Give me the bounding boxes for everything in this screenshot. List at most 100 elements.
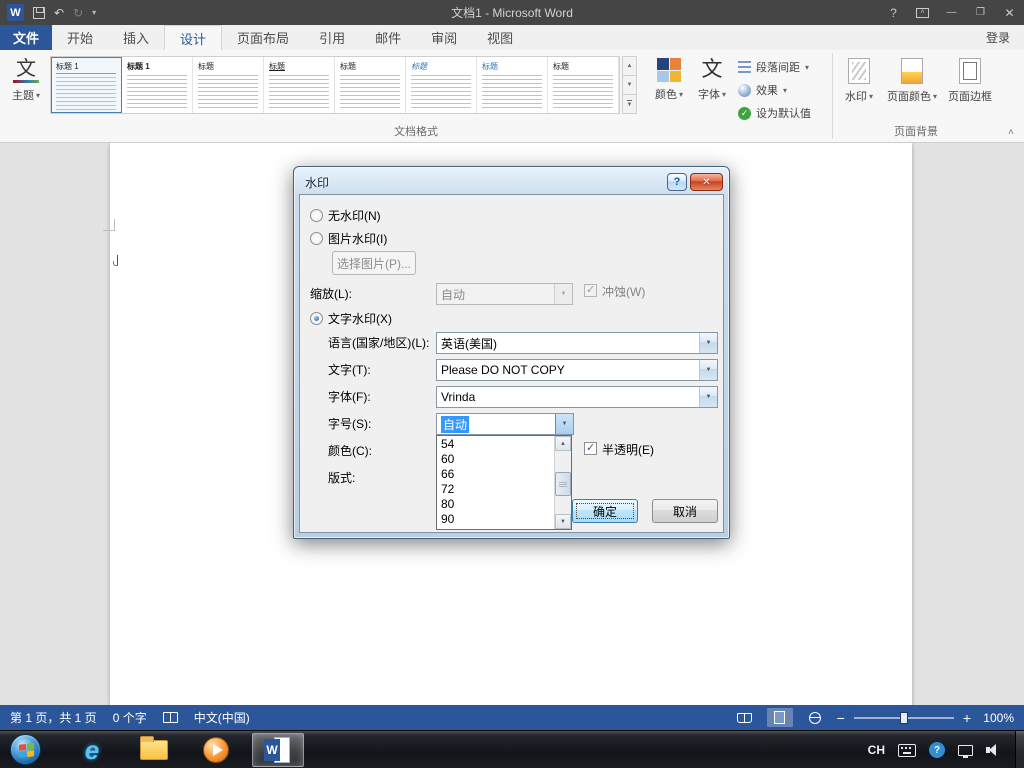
gallery-more-icon[interactable]	[622, 95, 637, 114]
minimize-icon[interactable]	[937, 0, 966, 25]
chevron-down-icon[interactable]	[699, 387, 717, 407]
chevron-down-icon[interactable]	[699, 333, 717, 353]
page-indicator[interactable]: 第 1 页，共 1 页	[10, 709, 97, 726]
customize-quick-access-icon[interactable]	[92, 9, 96, 17]
tab-review[interactable]: 审阅	[416, 25, 472, 50]
input-language-indicator[interactable]: CH	[868, 743, 885, 757]
page-borders-button[interactable]: 页面边框	[942, 58, 998, 104]
size-option[interactable]: 60	[437, 452, 554, 467]
style-set-thumbnail[interactable]: 标题	[335, 57, 406, 113]
keyboard-layout-icon[interactable]	[898, 743, 916, 757]
taskbar-file-explorer[interactable]	[128, 733, 180, 767]
no-watermark-radio[interactable]	[310, 209, 323, 222]
tab-page-layout[interactable]: 页面布局	[222, 25, 304, 50]
style-set-thumbnail[interactable]: 标题	[264, 57, 335, 113]
zoom-slider-thumb[interactable]	[899, 711, 908, 724]
effects-button[interactable]: 效果	[738, 81, 834, 99]
size-option[interactable]: 66	[437, 467, 554, 482]
zoom-out-icon[interactable]: −	[837, 711, 845, 725]
tab-references[interactable]: 引用	[304, 25, 360, 50]
no-watermark-label[interactable]: 无水印(N)	[328, 209, 381, 223]
dropdown-scrollbar[interactable]	[554, 436, 571, 529]
size-option[interactable]: 72	[437, 482, 554, 497]
chevron-down-icon	[933, 90, 937, 102]
word-count[interactable]: 0 个字	[113, 709, 147, 726]
fonts-button[interactable]: 文 字体	[694, 58, 730, 102]
size-option[interactable]: 54	[437, 437, 554, 452]
collapse-ribbon-icon[interactable]	[1008, 127, 1014, 138]
tab-mailings[interactable]: 邮件	[360, 25, 416, 50]
tab-design[interactable]: 设计	[164, 25, 223, 50]
scrollbar-track[interactable]	[555, 451, 571, 514]
tab-insert[interactable]: 插入	[108, 25, 164, 50]
colors-button[interactable]: 颜色	[650, 58, 688, 102]
gallery-scroll-up-icon[interactable]	[622, 56, 637, 76]
taskbar-word-active[interactable]	[252, 733, 304, 767]
sign-in-link[interactable]: 登录	[972, 25, 1024, 50]
help-icon[interactable]	[879, 0, 908, 25]
style-set-thumbnail[interactable]: 标题	[193, 57, 264, 113]
watermark-text-combobox[interactable]: Please DO NOT COPY	[436, 359, 718, 381]
text-watermark-label[interactable]: 文字水印(X)	[328, 312, 392, 326]
style-set-thumbnail[interactable]: 标题 1	[51, 57, 122, 113]
web-layout-button[interactable]	[802, 708, 828, 727]
scrollbar-thumb[interactable]	[555, 472, 571, 497]
margin-corner-mark	[103, 219, 115, 231]
semitransparent-label[interactable]: 半透明(E)	[602, 443, 654, 457]
colors-label: 颜色	[654, 89, 677, 101]
font-combobox[interactable]: Vrinda	[436, 386, 718, 408]
volume-icon[interactable]	[986, 743, 1000, 757]
zoom-in-icon[interactable]: +	[963, 711, 971, 725]
text-watermark-radio[interactable]	[310, 312, 323, 325]
style-set-thumbnail[interactable]: 标题	[406, 57, 477, 113]
tab-view[interactable]: 视图	[472, 25, 528, 50]
language-combobox[interactable]: 英语(美国)	[436, 332, 718, 354]
proofing-status-icon[interactable]	[162, 712, 178, 723]
set-as-default-button[interactable]: 设为默认值	[738, 104, 834, 122]
dialog-help-icon[interactable]	[667, 173, 687, 191]
scroll-down-icon[interactable]	[555, 514, 571, 529]
size-dropdown-list: 54 60 66 72 80 90	[436, 435, 572, 530]
ok-button[interactable]: 确定	[572, 499, 638, 523]
style-set-thumbnail[interactable]: 标题	[477, 57, 548, 113]
action-center-icon[interactable]	[929, 742, 945, 758]
close-icon[interactable]	[995, 0, 1024, 25]
picture-watermark-radio[interactable]	[310, 232, 323, 245]
save-icon[interactable]	[33, 6, 45, 19]
language-indicator[interactable]: 中文(中国)	[194, 709, 250, 726]
chevron-down-icon[interactable]	[699, 360, 717, 380]
style-set-thumbnail[interactable]: 标题 1	[122, 57, 193, 113]
ribbon-display-options-icon[interactable]	[908, 0, 937, 25]
tab-file[interactable]: 文件	[0, 25, 52, 50]
semitransparent-checkbox[interactable]	[584, 441, 597, 455]
restore-icon[interactable]	[966, 0, 995, 25]
read-mode-button[interactable]	[732, 708, 758, 727]
show-desktop-button[interactable]	[1015, 731, 1024, 768]
dialog-title-bar[interactable]: 水印	[294, 167, 729, 193]
picture-watermark-label[interactable]: 图片水印(I)	[328, 232, 387, 246]
dialog-close-icon[interactable]	[690, 173, 723, 191]
chevron-down-icon[interactable]	[555, 414, 573, 434]
taskbar-internet-explorer[interactable]	[66, 733, 118, 767]
themes-button[interactable]: 文 主题	[6, 58, 46, 103]
gallery-scroll-down-icon[interactable]	[622, 76, 637, 95]
tab-home[interactable]: 开始	[52, 25, 108, 50]
taskbar-media-player[interactable]	[190, 733, 242, 767]
language-label: 语言(国家/地区)(L):	[328, 336, 430, 350]
zoom-level[interactable]: 100%	[980, 711, 1014, 725]
undo-icon[interactable]	[54, 7, 64, 19]
network-icon[interactable]	[958, 744, 973, 758]
size-option[interactable]: 80	[437, 497, 554, 512]
style-set-thumbnail[interactable]: 标题	[548, 57, 619, 113]
print-layout-button[interactable]	[766, 708, 793, 727]
size-option[interactable]: 90	[437, 512, 554, 527]
zoom-slider[interactable]	[853, 711, 954, 724]
cancel-button[interactable]: 取消	[652, 499, 718, 523]
start-button[interactable]	[10, 734, 41, 765]
size-combobox[interactable]: 自动	[436, 413, 574, 435]
paragraph-spacing-button[interactable]: 段落间距	[738, 58, 834, 76]
watermark-button[interactable]: 水印	[838, 58, 880, 104]
scale-label: 缩放(L):	[310, 287, 353, 301]
scroll-up-icon[interactable]	[555, 436, 571, 451]
page-color-button[interactable]: 页面颜色	[886, 58, 938, 104]
